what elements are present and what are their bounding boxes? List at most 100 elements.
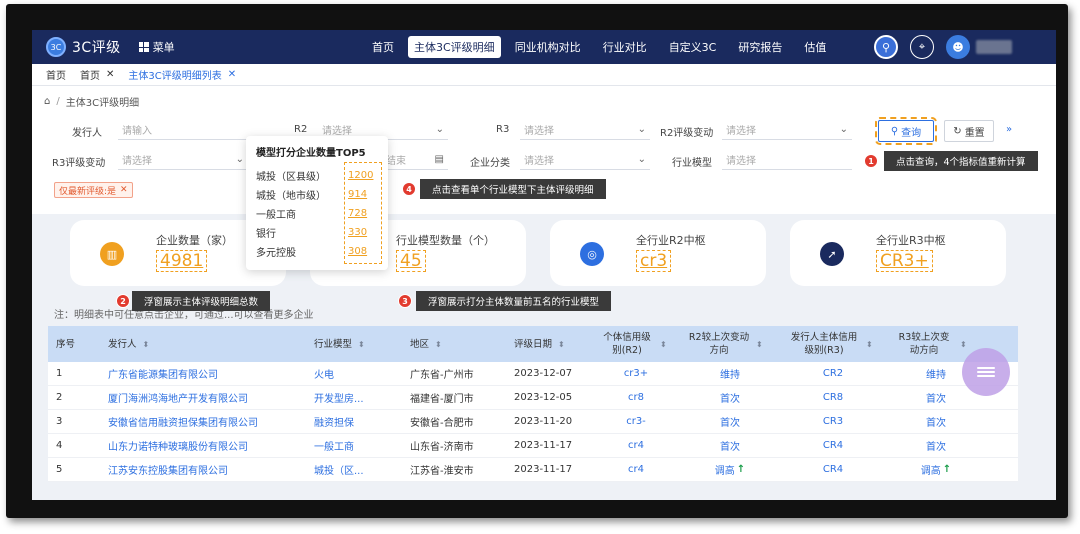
tab-home[interactable]: 首页 xyxy=(46,67,66,82)
issuer-link[interactable]: 广东省能源集团有限公司 xyxy=(100,362,306,385)
nav-item-research-report[interactable]: 研究报告 xyxy=(738,39,782,55)
table-row[interactable]: 5 江苏安东控股集团有限公司 城投（区... 江苏省-淮安市 2023-11-17 cr4… xyxy=(48,458,1018,482)
table-row[interactable]: 4 山东力诺特种玻璃股份有限公司 一般工商 山东省-济南市 2023-11-17 cr4 首… xyxy=(48,434,1018,458)
top-nav: 3C 3C评级 菜单 首页 主体3C评级明细 同业机构对比 行业对比 自定义3C… xyxy=(32,30,1056,64)
breadcrumb-separator: / xyxy=(56,96,60,107)
sort-icon: ⬍ xyxy=(866,339,873,349)
r2-cell[interactable]: cr3+ xyxy=(592,362,680,385)
nav-actions: ⚲ ⌖ ☻ xyxy=(862,35,1012,59)
user-avatar-icon[interactable]: ☻ xyxy=(946,35,970,59)
close-icon[interactable]: ✕ xyxy=(228,69,236,80)
r2-cell[interactable]: cr4 xyxy=(592,434,680,457)
nav-item-rating-detail[interactable]: 主体3C评级明细 xyxy=(408,36,501,58)
issuer-link[interactable]: 江苏安东控股集团有限公司 xyxy=(100,458,306,481)
stat-card-r3-center[interactable]: ➚ 全行业R3中枢 CR3+ xyxy=(790,220,1006,286)
col-header-r2-change[interactable]: R2较上次变动方向 ⬍ xyxy=(680,326,780,362)
logo-icon: 3C xyxy=(46,37,66,57)
region-cell: 福建省-厦门市 xyxy=(410,394,474,405)
col-header-region[interactable]: 地区 ⬍ xyxy=(402,326,506,362)
stat-value[interactable]: 45 xyxy=(396,250,426,272)
close-icon[interactable]: ✕ xyxy=(120,185,128,195)
chevron-down-icon: ⌄ xyxy=(839,124,848,135)
tab-label: 主体3C评级明细列表 xyxy=(128,71,222,82)
r2-cell[interactable]: cr4 xyxy=(592,458,680,481)
r3-cell[interactable]: CR8 xyxy=(780,386,886,409)
r3-cell[interactable]: CR2 xyxy=(780,362,886,385)
table-row[interactable]: 3 安徽省信用融资担保集团有限公司 融资担保 安徽省-合肥市 2023-11-20 cr3… xyxy=(48,410,1018,434)
nav-item-valuation[interactable]: 估值 xyxy=(804,39,826,55)
search-icon[interactable]: ⚲ xyxy=(874,35,898,59)
refresh-icon: ↻ xyxy=(953,125,962,137)
col-header-r2[interactable]: 个体信用级别(R2) ⬍ xyxy=(592,326,680,362)
calendar-icon: ▤ xyxy=(434,154,444,165)
r2-cell[interactable]: cr8 xyxy=(592,386,680,409)
col-header-r3[interactable]: 发行人主体信用级别(R3) ⬍ xyxy=(780,326,886,362)
model-link[interactable]: 开发型房... xyxy=(306,386,402,409)
logo[interactable]: 3C 3C评级 xyxy=(46,37,121,57)
stat-card-r2-center[interactable]: ◎ 全行业R2中枢 cr3 xyxy=(550,220,766,286)
fullscreen-icon[interactable]: ⌖ xyxy=(910,35,934,59)
annotation-badge-3: 3 xyxy=(398,294,412,308)
r3-change-select[interactable]: 请选择 ⌄ xyxy=(118,150,248,170)
company-type-select[interactable]: 请选择 ⌄ xyxy=(520,150,650,170)
industry-model-select[interactable]: 请选择 xyxy=(722,150,852,170)
issuer-link[interactable]: 山东力诺特种玻璃股份有限公司 xyxy=(100,434,306,457)
chevron-down-icon: ⌄ xyxy=(235,154,244,165)
breadcrumb-item: 主体3C评级明细 xyxy=(65,98,140,109)
floating-menu-button[interactable] xyxy=(962,348,1010,396)
region-cell: 山东省-济南市 xyxy=(410,442,474,453)
reset-button[interactable]: ↻ 重置 xyxy=(944,120,994,142)
annotation-callout-4: 点击查看单个行业模型下主体评级明细 xyxy=(420,179,606,199)
r3-cell[interactable]: CR3 xyxy=(780,410,886,433)
date-cell: 2023-11-17 xyxy=(514,464,573,475)
date-end-input[interactable]: 结束 ▤ xyxy=(382,150,448,170)
r2-change-select[interactable]: 请选择 ⌄ xyxy=(722,120,852,140)
reset-label: 重置 xyxy=(964,127,985,139)
r2-change-cell: 调高 ↑ xyxy=(714,464,746,477)
stat-value: CR3+ xyxy=(876,250,933,272)
date-end-placeholder: 结束 xyxy=(386,156,406,167)
r3-select[interactable]: 请选择 ⌄ xyxy=(520,120,650,140)
r3-cell[interactable]: CR4 xyxy=(780,434,886,457)
annotation-badge-2: 2 xyxy=(116,294,130,308)
model-link[interactable]: 融资担保 xyxy=(306,410,402,433)
company-type-label: 企业分类 xyxy=(470,158,510,169)
r2-cell[interactable]: cr3- xyxy=(592,410,680,433)
stat-label: 全行业R3中枢 xyxy=(876,234,946,247)
rating-table: 序号 发行人 ⬍ 行业模型 ⬍ 地区 ⬍ 评级日期 ⬍ 个体信用级别(R2) ⬍ R2较上… xyxy=(48,326,1018,482)
active-filter-tag[interactable]: 仅最新评级:是 ✕ xyxy=(54,182,133,198)
issuer-link[interactable]: 厦门海洲鸿海地产开发有限公司 xyxy=(100,386,306,409)
issuer-input[interactable]: 请输入 xyxy=(118,120,248,140)
col-header-date[interactable]: 评级日期 ⬍ xyxy=(506,326,592,362)
col-header-model[interactable]: 行业模型 ⬍ xyxy=(306,326,402,362)
stat-value[interactable]: 4981 xyxy=(156,250,208,272)
issuer-link[interactable]: 安徽省信用融资担保集团有限公司 xyxy=(100,410,306,433)
annotation-callout-3: 浮窗展示打分主体数量前五名的行业模型 xyxy=(416,291,612,311)
nav-item-peer-compare[interactable]: 同业机构对比 xyxy=(515,39,581,55)
col-header-issuer[interactable]: 发行人 ⬍ xyxy=(100,326,306,362)
model-link[interactable]: 城投（区... xyxy=(306,458,402,481)
query-button[interactable]: ⚲ 查询 xyxy=(875,117,937,145)
menu-button[interactable]: 菜单 xyxy=(138,39,175,55)
tab-label: 首页 xyxy=(46,71,66,82)
table-row[interactable]: 1 广东省能源集团有限公司 火电 广东省-广州市 2023-12-07 cr3+ 维持 CR2… xyxy=(48,362,1018,386)
tab-rating-list[interactable]: 主体3C评级明细列表 ✕ xyxy=(128,67,236,82)
sort-icon: ⬍ xyxy=(558,339,565,349)
company-type-placeholder: 请选择 xyxy=(524,156,554,167)
nav-item-custom-3c[interactable]: 自定义3C xyxy=(669,39,717,55)
sort-icon: ⬍ xyxy=(358,339,365,349)
close-icon[interactable]: ✕ xyxy=(106,69,114,80)
model-link[interactable]: 火电 xyxy=(306,362,402,385)
r3-cell[interactable]: CR4 xyxy=(780,458,886,481)
table-row[interactable]: 2 厦门海洲鸿海地产开发有限公司 开发型房... 福建省-厦门市 2023-12-05 c… xyxy=(48,386,1018,410)
building-icon: ▥ xyxy=(100,242,124,266)
r3-change-label: R3评级变动 xyxy=(52,158,106,169)
nav-item-industry-compare[interactable]: 行业对比 xyxy=(603,39,647,55)
app-title: 3C评级 xyxy=(72,40,121,56)
tab-home-2[interactable]: 首页 ✕ xyxy=(80,67,114,82)
table-body: 1 广东省能源集团有限公司 火电 广东省-广州市 2023-12-07 cr3+ 维持 CR2… xyxy=(48,362,1018,482)
nav-item-home[interactable]: 首页 xyxy=(372,39,394,55)
home-icon[interactable]: ⌂ xyxy=(44,96,50,107)
model-link[interactable]: 一般工商 xyxy=(306,434,402,457)
expand-chevron-icon[interactable]: » xyxy=(1006,124,1012,135)
